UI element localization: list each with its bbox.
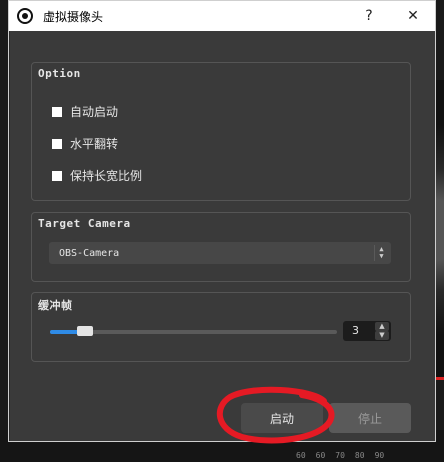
target-camera-select[interactable]: OBS-Camera ▲ ▼: [49, 242, 391, 264]
window-title: 虚拟摄像头: [43, 9, 104, 24]
close-button[interactable]: ✕: [391, 1, 435, 31]
decrement-arrow-icon[interactable]: ▼: [375, 331, 389, 340]
help-button[interactable]: ?: [347, 1, 391, 31]
checkbox-box[interactable]: [52, 106, 62, 117]
stop-button[interactable]: 停止: [329, 403, 411, 433]
keep-aspect-ratio-checkbox[interactable]: 保持长宽比例: [52, 167, 142, 184]
slider-handle[interactable]: [77, 326, 93, 336]
spinbox-value[interactable]: 3: [352, 324, 359, 337]
ruler-tick: 60: [296, 450, 306, 460]
checkbox-box[interactable]: [52, 170, 62, 181]
ruler-tick: 80: [354, 450, 365, 460]
obs-logo-icon: [17, 8, 33, 24]
checkbox-label: 自动启动: [70, 105, 119, 119]
option-group: Option 自动启动 水平翻转 保持长宽比例: [31, 62, 411, 201]
buffer-frames-group-title: 缓冲帧: [38, 299, 73, 312]
auto-start-checkbox[interactable]: 自动启动: [52, 103, 118, 120]
ruler-tick: 70: [335, 450, 345, 460]
option-group-title: Option: [38, 67, 81, 80]
ruler-tick: 60: [315, 450, 326, 460]
checkbox-label: 保持长宽比例: [70, 169, 143, 183]
checkbox-label: 水平翻转: [70, 137, 119, 151]
target-camera-group: Target Camera OBS-Camera ▲ ▼: [31, 212, 411, 282]
ruler-tick: 90: [374, 450, 385, 460]
checkbox-box[interactable]: [52, 138, 62, 149]
increment-arrow-icon[interactable]: ▲: [375, 322, 389, 331]
red-circle-annotation: [216, 386, 335, 444]
dialog-body: Option 自动启动 水平翻转 保持长宽比例 Target Camera OB…: [9, 31, 435, 441]
target-camera-group-title: Target Camera: [38, 217, 131, 230]
target-camera-value: OBS-Camera: [59, 247, 120, 259]
buffer-frames-slider[interactable]: [50, 326, 337, 336]
title-bar[interactable]: 虚拟摄像头 ? ✕: [9, 1, 435, 31]
horizontal-flip-checkbox[interactable]: 水平翻转: [52, 135, 118, 152]
background-ruler: 60 60 70 80 90: [290, 448, 444, 462]
buffer-frames-group: 缓冲帧 3 ▲ ▼: [31, 292, 411, 362]
buffer-frames-spinbox[interactable]: 3 ▲ ▼: [343, 321, 391, 341]
combo-arrows-icon[interactable]: ▲ ▼: [374, 245, 388, 261]
virtual-camera-dialog: 虚拟摄像头 ? ✕ Option 自动启动 水平翻转 保持长宽比例 Target…: [8, 0, 436, 442]
